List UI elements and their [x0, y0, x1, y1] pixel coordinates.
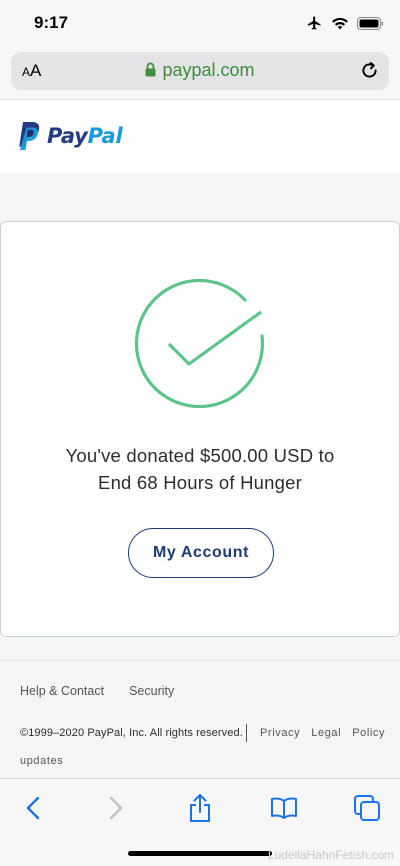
- copyright-text: ©1999–2020 PayPal, Inc. All rights reser…: [20, 727, 243, 739]
- status-time: 9:17: [34, 13, 69, 32]
- help-contact-link[interactable]: Help & Contact: [20, 684, 104, 698]
- paypal-logo[interactable]: PayPal: [17, 122, 123, 150]
- url-display[interactable]: paypal.com: [11, 60, 389, 81]
- privacy-link[interactable]: Privacy: [260, 727, 300, 739]
- donation-message-line1: You've donated $500.00 USD to: [65, 445, 335, 466]
- donation-message: You've donated $500.00 USD to End 68 Hou…: [21, 442, 379, 496]
- battery-icon: [357, 16, 384, 30]
- policy-updates-link[interactable]: updates: [20, 755, 63, 767]
- share-icon[interactable]: [185, 793, 215, 823]
- legal-link[interactable]: Legal: [311, 727, 341, 739]
- url-bar[interactable]: AA paypal.com: [11, 52, 389, 90]
- bookmarks-icon[interactable]: [269, 793, 299, 823]
- confirmation-card: You've donated $500.00 USD to End 68 Hou…: [0, 221, 400, 637]
- url-text: paypal.com: [162, 60, 255, 80]
- my-account-button[interactable]: My Account: [128, 528, 274, 578]
- paypal-wordmark: PayPal: [47, 124, 123, 148]
- forward-icon[interactable]: [101, 793, 131, 823]
- home-indicator[interactable]: [128, 851, 272, 856]
- browser-address-area: AA paypal.com: [0, 46, 400, 100]
- paypal-header: PayPal: [0, 101, 400, 173]
- legal-links: Privacy Legal Policy: [260, 727, 385, 739]
- footer-links: Help & Contact Security: [20, 684, 174, 698]
- policy-link[interactable]: Policy: [352, 727, 385, 739]
- donation-message-line2: End 68 Hours of Hunger: [98, 472, 302, 493]
- lock-icon: [145, 62, 156, 77]
- success-check-icon: [133, 276, 269, 417]
- watermark: LudellaHahnFetish.com: [267, 848, 394, 862]
- footer-divider: [0, 660, 400, 661]
- back-icon[interactable]: [18, 793, 48, 823]
- status-bar: 9:17: [0, 0, 400, 46]
- paypal-p-icon: [19, 122, 40, 150]
- security-link[interactable]: Security: [129, 684, 174, 698]
- tabs-icon[interactable]: [352, 793, 382, 823]
- airplane-icon: [307, 16, 321, 30]
- status-icons: [306, 15, 384, 31]
- wifi-icon: [332, 17, 348, 30]
- footer-separator: [246, 724, 247, 742]
- reload-icon[interactable]: [359, 60, 380, 81]
